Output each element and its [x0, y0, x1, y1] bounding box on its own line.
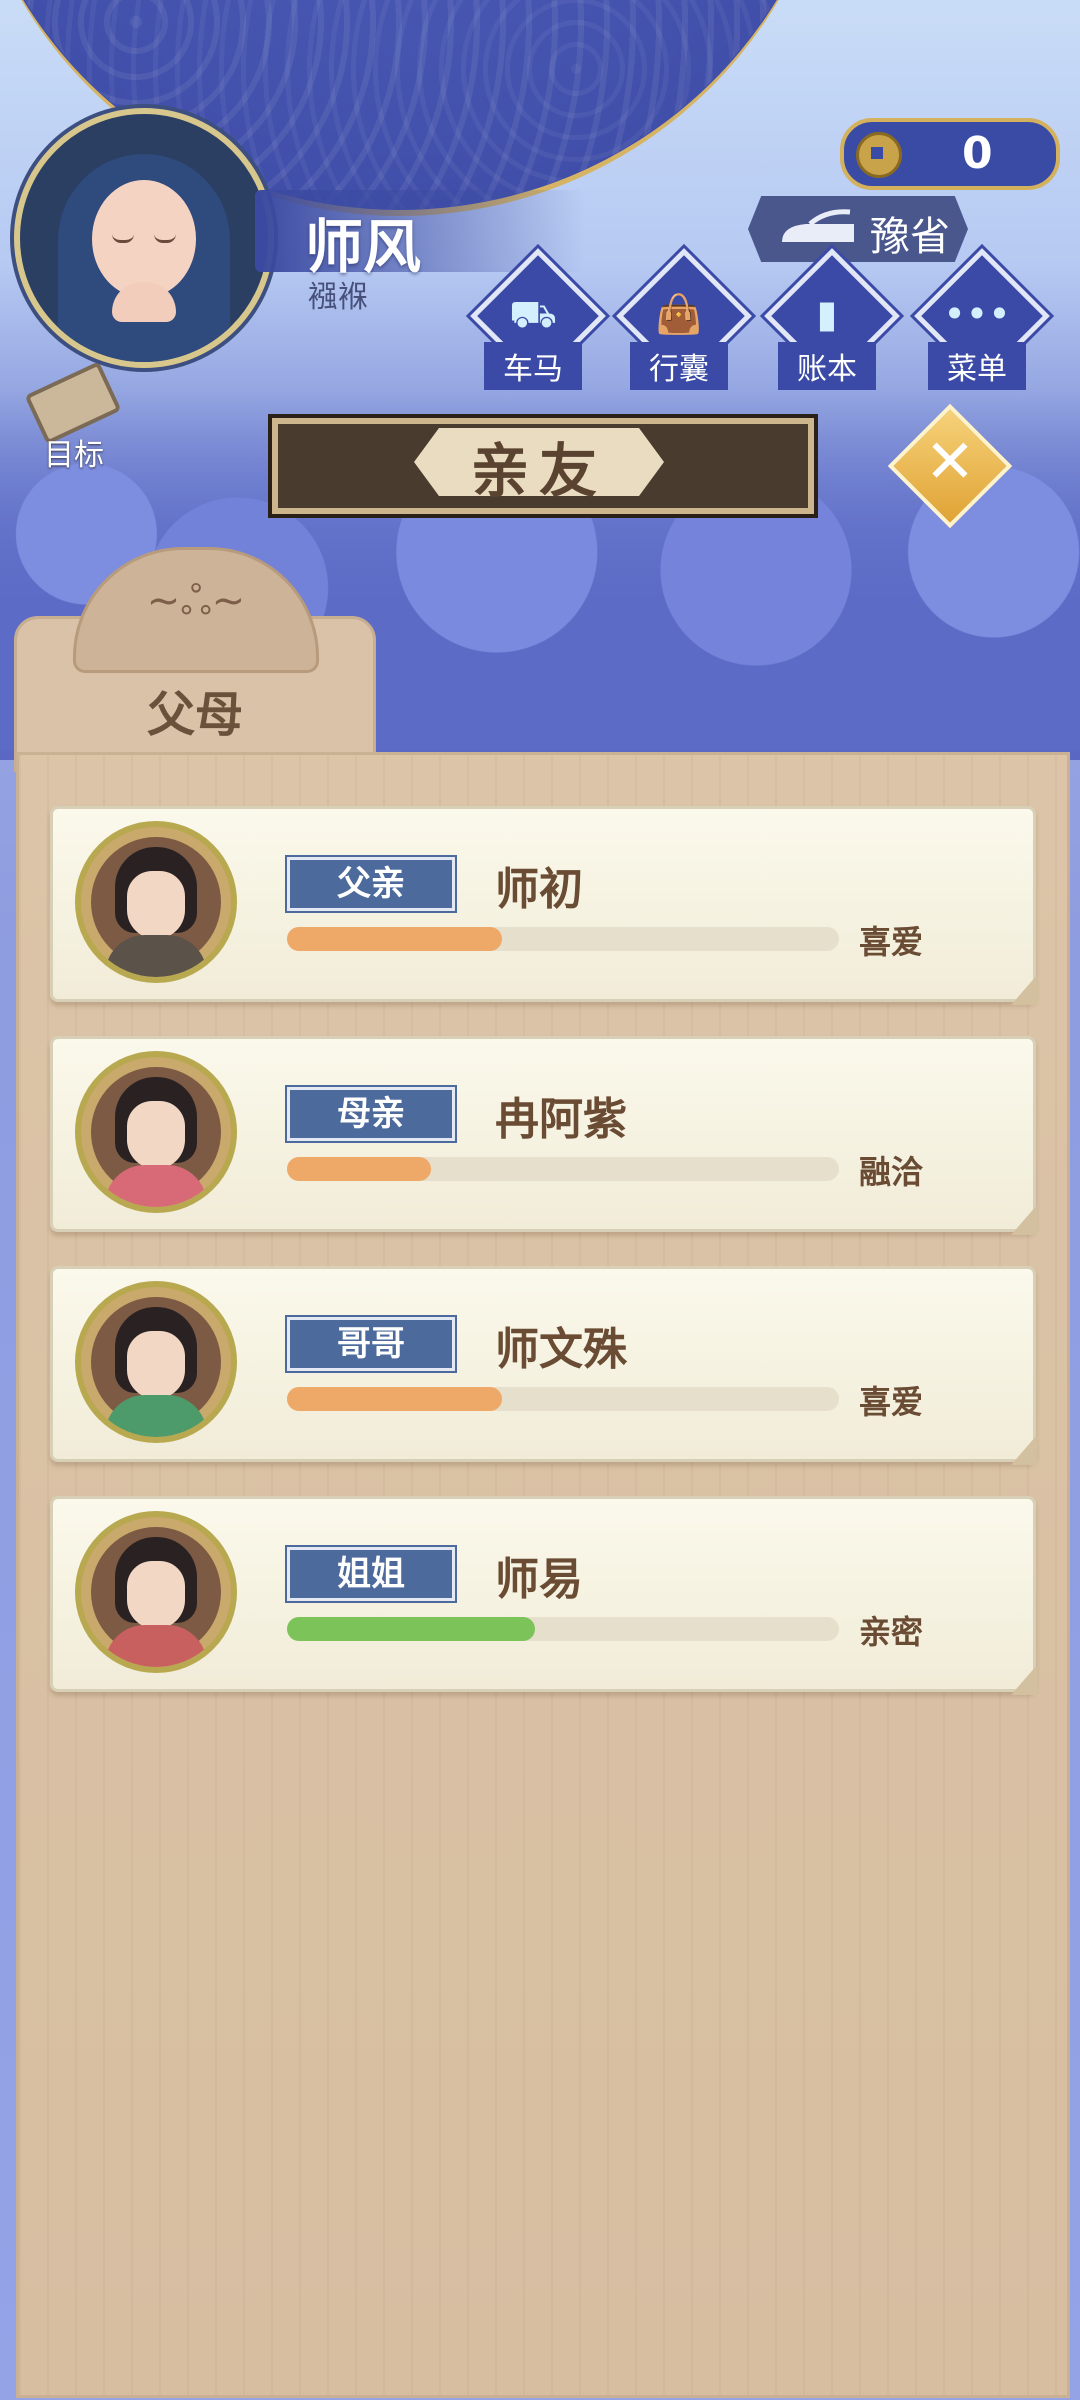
player-status: 襁褓	[308, 280, 368, 315]
menu-button-bag[interactable]: 👜 行囊	[616, 248, 752, 390]
relative-card[interactable]: 哥哥 师文殊 喜爱	[50, 1266, 1036, 1462]
relative-name: 冉阿紫	[495, 1094, 627, 1145]
carriage-icon: ⛟	[509, 292, 557, 336]
affinity-bar	[287, 1157, 839, 1181]
affinity-label: 亲密	[859, 1613, 924, 1651]
ledger-icon: ▮	[816, 292, 838, 336]
affinity-bar	[287, 927, 839, 951]
affinity-label: 喜爱	[859, 1383, 924, 1421]
menu-button-carriage[interactable]: ⛟ 车马	[470, 248, 606, 390]
relation-tag: 母亲	[287, 1087, 455, 1141]
affinity-label: 喜爱	[859, 923, 924, 961]
affinity-label: 融洽	[859, 1153, 924, 1191]
relative-avatar	[75, 821, 237, 983]
relative-name: 师易	[495, 1554, 583, 1605]
player-avatar[interactable]	[14, 108, 274, 368]
relation-tag: 哥哥	[287, 1317, 455, 1371]
tab-parents[interactable]: 父母	[14, 547, 376, 772]
affinity-bar-fill	[287, 1617, 536, 1641]
bag-icon: 👜	[655, 292, 703, 336]
menu-label-more: 菜单	[928, 342, 1026, 390]
coin-value: 0	[962, 128, 993, 179]
affinity-bar-fill	[287, 1387, 503, 1411]
affinity-bar-fill	[287, 927, 503, 951]
more-icon: •••	[943, 292, 1011, 336]
affinity-bar-fill	[287, 1157, 431, 1181]
relative-name: 师初	[495, 864, 583, 915]
coin-counter[interactable]: 0	[840, 118, 1060, 190]
menu-label-carriage: 车马	[484, 342, 582, 390]
iron-icon	[782, 209, 854, 242]
relative-name: 师文殊	[495, 1324, 627, 1375]
affinity-bar	[287, 1387, 839, 1411]
title-banner: 亲友	[268, 414, 818, 518]
menu-button-more[interactable]: ••• 菜单	[914, 248, 1050, 390]
menu-label-bag: 行囊	[630, 342, 728, 390]
affinity-bar	[287, 1617, 839, 1641]
goal-button[interactable]: 目标	[14, 361, 134, 473]
goal-label: 目标	[44, 438, 104, 473]
relative-avatar	[75, 1281, 237, 1443]
relative-card[interactable]: 父亲 师初 喜爱	[50, 806, 1036, 1002]
close-icon[interactable]: ✕	[906, 418, 994, 506]
region-button[interactable]: 豫省	[748, 196, 968, 262]
relative-card[interactable]: 姐姐 师易 亲密	[50, 1496, 1036, 1692]
menu-button-ledger[interactable]: ▮ 账本	[764, 248, 900, 390]
tab-label: 父母	[146, 687, 243, 743]
relative-avatar	[75, 1511, 237, 1673]
relative-avatar	[75, 1051, 237, 1213]
page-title: 亲友	[470, 437, 607, 505]
menu-label-ledger: 账本	[778, 342, 876, 390]
region-label: 豫省	[870, 214, 950, 260]
relation-tag: 姐姐	[287, 1547, 455, 1601]
relative-card[interactable]: 母亲 冉阿紫 融洽	[50, 1036, 1036, 1232]
coin-icon	[856, 132, 902, 178]
avatar-face	[92, 180, 196, 298]
relation-tag: 父亲	[287, 857, 455, 911]
